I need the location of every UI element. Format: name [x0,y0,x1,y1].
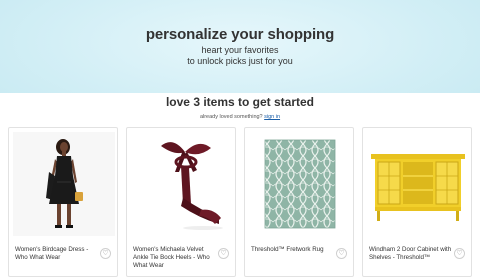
product-card-dress[interactable]: Women's Birdcage Dress - Who What Wear ♡ [8,127,118,277]
sign-in-link[interactable]: sign in [264,114,280,120]
heart-outline-icon[interactable]: ♡ [218,248,229,259]
already-loved-label: already loved something? [199,114,263,120]
banner-subtitle-line1: heart your favorites [201,45,279,55]
already-loved-text: already loved something? sign in [0,114,480,120]
yellow-cabinet-image [367,132,469,236]
product-name[interactable]: Threshold™ Fretwork Rug [251,246,337,254]
banner-subtitle-line2: to unlock picks just for you [187,56,293,66]
product-image-cabinet[interactable] [367,132,469,236]
banner-title: personalize your shopping [145,26,335,43]
product-card-heels[interactable]: Women's Michaela Velvet Ankle Tie Bock H… [126,127,236,277]
onboarding-heading: love 3 items to get started [165,95,315,109]
dress-model-image [13,132,115,236]
product-image-dress[interactable] [13,132,115,236]
heart-outline-icon[interactable]: ♡ [454,248,465,259]
product-image-rug[interactable] [249,132,351,236]
product-name[interactable]: Windham 2 Door Cabinet with Shelves - Th… [369,246,455,262]
heart-outline-icon[interactable]: ♡ [100,248,111,259]
product-card-cabinet[interactable]: Windham 2 Door Cabinet with Shelves - Th… [362,127,472,277]
velvet-heels-image [131,132,233,236]
personalize-banner: personalize your shopping heart your fav… [0,0,480,93]
product-name[interactable]: Women's Michaela Velvet Ankle Tie Bock H… [133,246,219,270]
product-card-rug[interactable]: Threshold™ Fretwork Rug ♡ [244,127,354,277]
heart-outline-icon[interactable]: ♡ [336,248,347,259]
fretwork-rug-image [249,132,351,236]
product-image-heels[interactable] [131,132,233,236]
product-name[interactable]: Women's Birdcage Dress - Who What Wear [15,246,101,262]
